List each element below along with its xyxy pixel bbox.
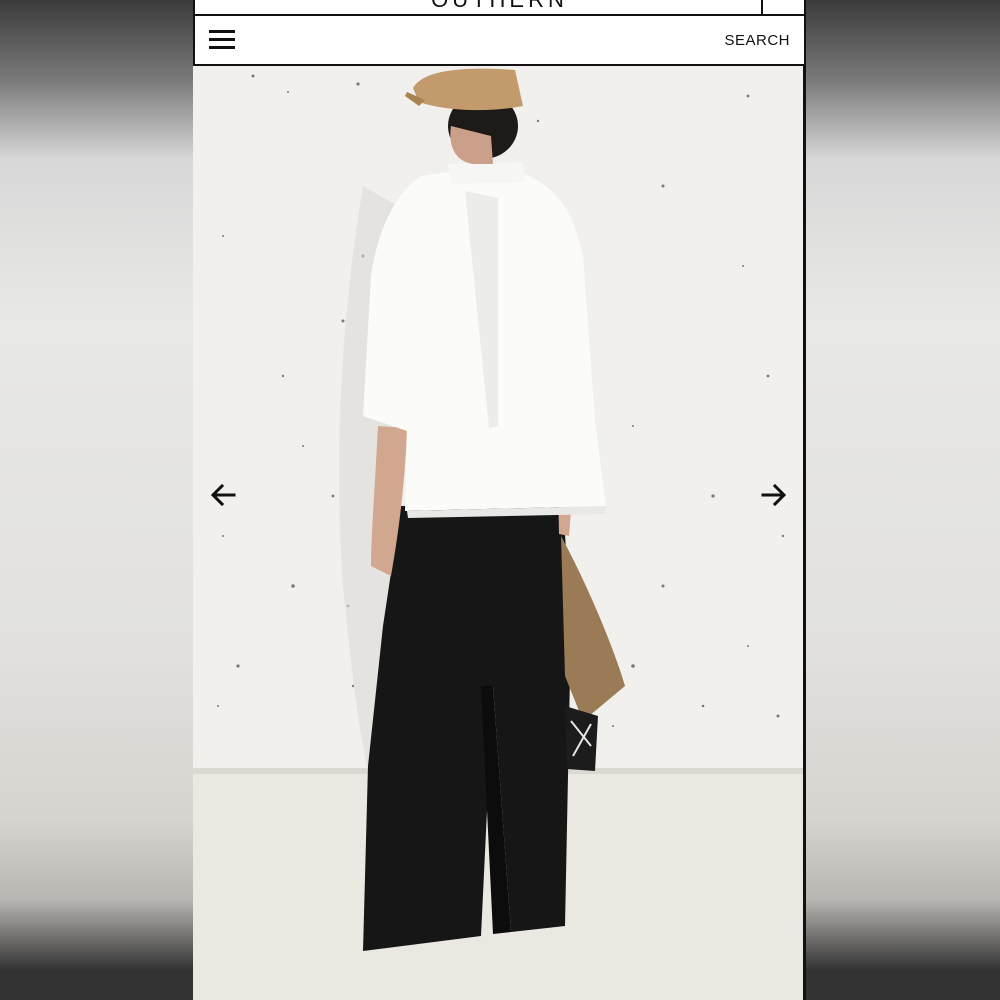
top-header-partial: OUTHERN bbox=[193, 0, 806, 16]
product-photo bbox=[193, 66, 803, 1000]
arrow-left-icon bbox=[210, 483, 236, 507]
arrow-right-icon bbox=[761, 483, 787, 507]
site-logo[interactable]: OUTHERN bbox=[195, 0, 804, 13]
next-image-button[interactable] bbox=[759, 480, 789, 510]
background-blur-left bbox=[0, 0, 193, 1000]
background-blur-right bbox=[805, 0, 1000, 1000]
product-image-gallery[interactable] bbox=[193, 66, 806, 1000]
previous-image-button[interactable] bbox=[208, 480, 238, 510]
mobile-page: OUTHERN SEARCH bbox=[193, 0, 806, 1000]
navigation-bar: SEARCH bbox=[193, 16, 806, 66]
header-divider bbox=[761, 0, 763, 14]
search-button[interactable]: SEARCH bbox=[724, 32, 790, 49]
hamburger-menu-icon[interactable] bbox=[209, 30, 237, 52]
